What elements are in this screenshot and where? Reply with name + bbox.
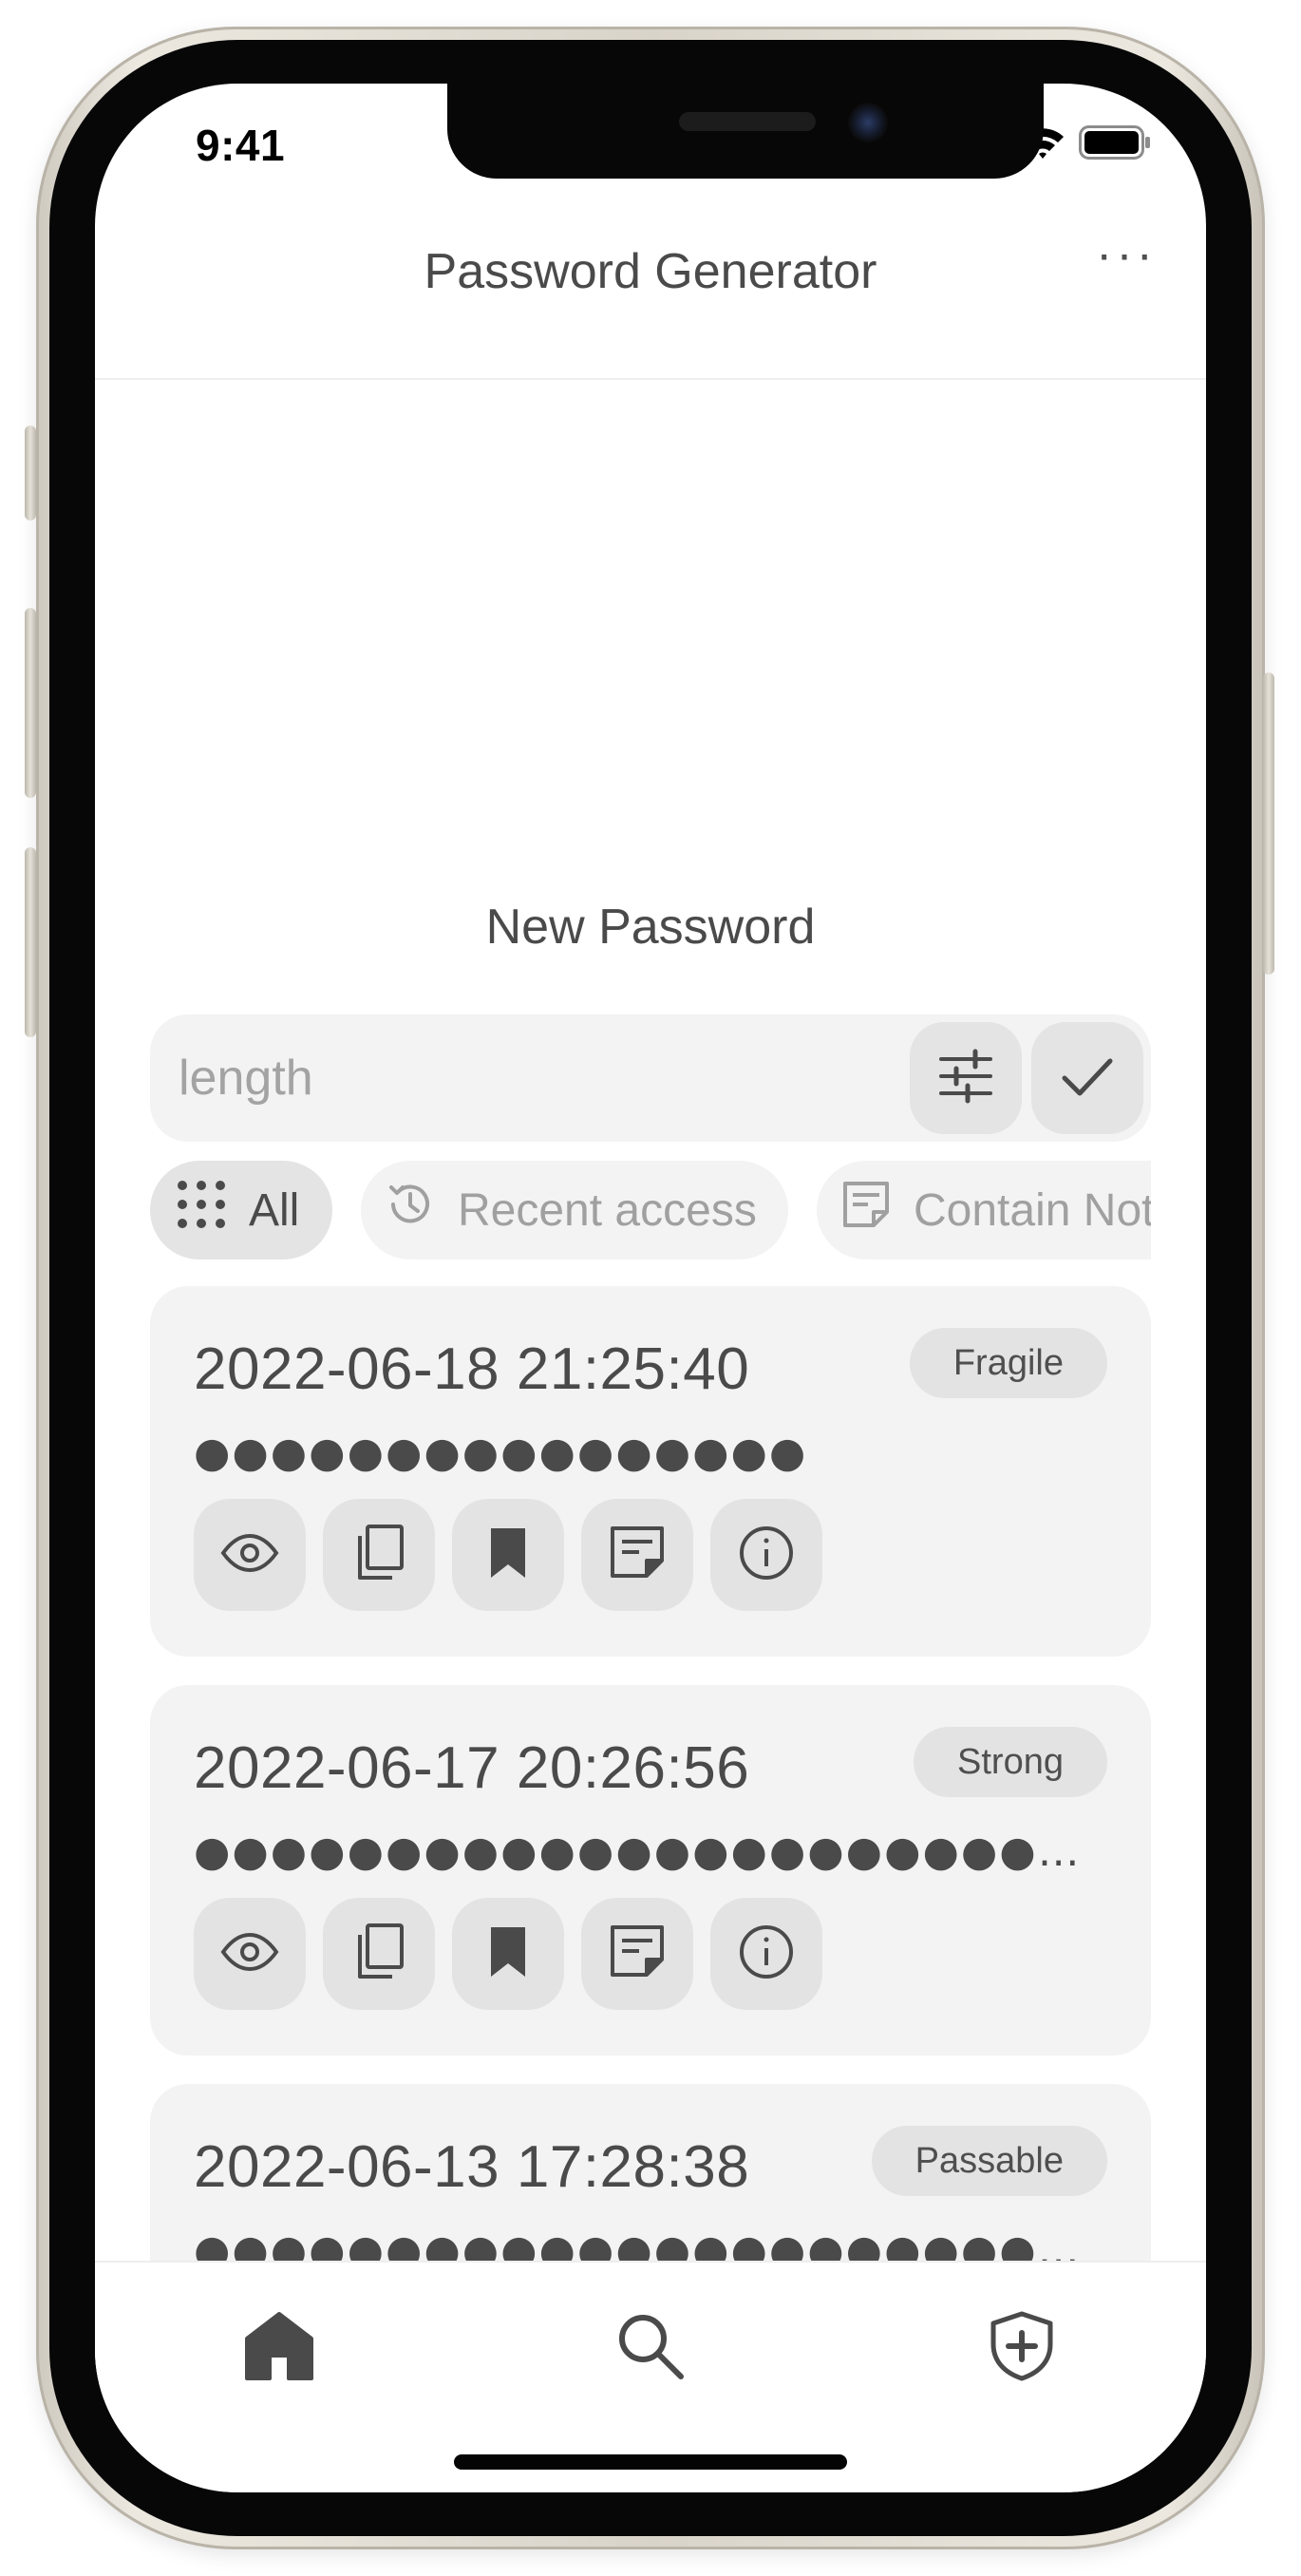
tab-home[interactable] <box>222 2301 336 2396</box>
copy-icon <box>349 1523 409 1588</box>
strength-badge: Passable <box>871 2126 1107 2196</box>
status-time: 9:41 <box>196 121 286 170</box>
header-divider <box>95 378 1206 380</box>
notch <box>447 84 1044 179</box>
new-password-title: New Password <box>485 900 816 955</box>
history-icon <box>384 1178 437 1242</box>
checkmark-icon <box>1057 1046 1118 1111</box>
bookmark-button[interactable] <box>452 1898 564 2010</box>
copy-button[interactable] <box>323 1499 435 1611</box>
info-icon <box>736 1922 797 1987</box>
grid-icon <box>175 1178 228 1242</box>
masked-password: ●●●●●●●●●●●●●●●● <box>194 1429 808 1477</box>
reveal-button[interactable] <box>194 1499 306 1611</box>
copy-button[interactable] <box>323 1898 435 2010</box>
confirm-button[interactable] <box>1031 1022 1143 1134</box>
note-icon <box>839 1178 893 1242</box>
settings-sliders-button[interactable] <box>910 1022 1022 1134</box>
eye-icon <box>219 1922 280 1987</box>
password-card[interactable]: 2022-06-18 21:25:40 Fragile ●●●●●●●●●●●●… <box>150 1286 1151 1657</box>
shield-plus-icon <box>986 2310 1058 2387</box>
front-camera <box>848 103 888 142</box>
filter-chip-label: All <box>249 1184 300 1236</box>
info-button[interactable] <box>710 1898 822 2010</box>
info-icon <box>736 1523 797 1588</box>
volume-up-button <box>25 608 36 798</box>
note-icon <box>607 1922 668 1987</box>
eye-icon <box>219 1523 280 1588</box>
card-actions <box>194 1898 822 2010</box>
bookmark-icon <box>478 1523 538 1588</box>
strength-badge: Fragile <box>909 1328 1107 1398</box>
volume-down-button <box>25 847 36 1037</box>
bookmark-icon <box>478 1922 538 1987</box>
length-input-row <box>150 1014 1151 1142</box>
speaker-grille <box>679 112 816 131</box>
note-button[interactable] <box>581 1898 693 2010</box>
note-icon <box>607 1523 668 1588</box>
masked-password: ●●●●●●●●●●●●●●●●●●●●●●●●●●●●●●●●●●●●●●●● <box>194 1828 1115 1876</box>
password-date: 2022-06-13 17:28:38 <box>194 2134 750 2200</box>
tab-security[interactable] <box>965 2301 1079 2396</box>
password-card[interactable]: 2022-06-17 20:26:56 Strong ●●●●●●●●●●●●●… <box>150 1685 1151 2055</box>
filter-chips: All Recent access Contain Not <box>150 1161 1151 1260</box>
tab-search[interactable] <box>594 2301 707 2396</box>
password-date: 2022-06-17 20:26:56 <box>194 1735 750 1801</box>
screen: 9:41 Password Generator ··· New Password… <box>95 84 1206 2492</box>
page-title: Password Generator <box>424 244 877 299</box>
sliders-icon <box>935 1046 996 1111</box>
filter-chip-contain-note[interactable]: Contain Note <box>817 1161 1151 1260</box>
filter-chip-label: Recent access <box>458 1184 757 1236</box>
note-button[interactable] <box>581 1499 693 1611</box>
copy-icon <box>349 1922 409 1987</box>
power-button <box>1263 672 1274 975</box>
password-date: 2022-06-18 21:25:40 <box>194 1336 750 1402</box>
bookmark-button[interactable] <box>452 1499 564 1611</box>
more-options-button[interactable]: ··· <box>1096 226 1157 283</box>
mute-switch <box>25 426 36 521</box>
search-icon <box>614 2310 687 2387</box>
home-indicator[interactable] <box>454 2454 847 2470</box>
home-icon <box>243 2310 315 2387</box>
info-button[interactable] <box>710 1499 822 1611</box>
card-actions <box>194 1499 822 1611</box>
battery-icon <box>1079 125 1151 164</box>
reveal-button[interactable] <box>194 1898 306 2010</box>
strength-badge: Strong <box>914 1727 1107 1797</box>
filter-chip-all[interactable]: All <box>150 1161 332 1260</box>
filter-chip-recent-access[interactable]: Recent access <box>361 1161 788 1260</box>
length-input[interactable] <box>150 1014 900 1142</box>
filter-chip-label: Contain Note <box>914 1184 1151 1236</box>
